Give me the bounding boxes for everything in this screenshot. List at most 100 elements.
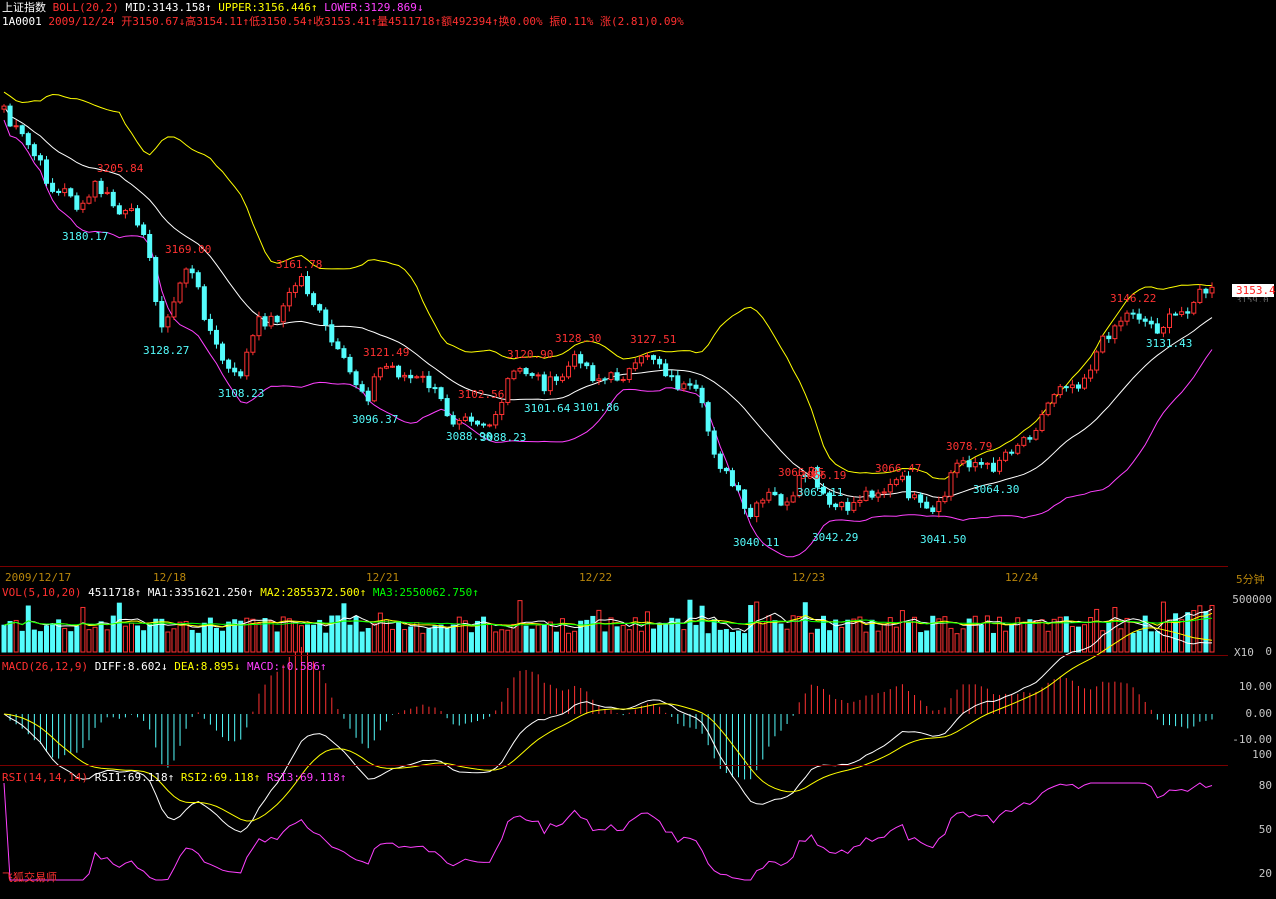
- candle-body: [396, 365, 402, 378]
- volume-bar: [687, 599, 693, 653]
- candle-body: [608, 372, 614, 381]
- candle-body: [68, 188, 74, 197]
- candle-body: [638, 355, 644, 364]
- candle-body: [657, 358, 663, 365]
- candle-body: [699, 387, 705, 404]
- candle-body: [232, 367, 238, 373]
- volume-bar: [899, 610, 905, 653]
- candle-body: [238, 371, 244, 377]
- candle-body: [887, 483, 893, 493]
- volume-bar: [408, 626, 414, 653]
- low-price-label: 3108.23: [218, 387, 264, 400]
- candle-body: [523, 368, 529, 375]
- candle-body: [323, 309, 329, 326]
- boll-upper-line: [3, 91, 1213, 480]
- candle-body: [736, 485, 742, 491]
- volume-bar: [596, 609, 602, 653]
- candle-body: [936, 501, 942, 512]
- volume-bar: [839, 626, 845, 653]
- candle-body: [984, 462, 990, 465]
- candle-body: [559, 376, 565, 381]
- volume-bar: [371, 623, 377, 653]
- volume-bar: [365, 628, 371, 653]
- candle-body: [748, 507, 754, 518]
- volume-bar: [948, 627, 954, 653]
- header-segment: MA1:3351621.250↑: [141, 586, 254, 599]
- candle-body: [1003, 451, 1009, 461]
- brand-label: 飞狐交易师: [2, 871, 57, 884]
- volume-bar: [305, 624, 311, 653]
- candle-body: [450, 415, 456, 425]
- volume-bar: [1160, 601, 1166, 653]
- candle-body: [383, 365, 389, 369]
- header-segment: 4511718↑: [88, 586, 142, 599]
- candle-body: [171, 301, 177, 318]
- volume-bar: [663, 622, 669, 653]
- vol-axis-top: 500000: [1232, 593, 1272, 606]
- candle-body: [1009, 451, 1015, 454]
- candle-body: [1063, 386, 1069, 389]
- volume-bar: [86, 629, 92, 653]
- volume-bar: [1009, 623, 1015, 653]
- rsi-axis-label: 20: [1258, 867, 1272, 880]
- candle-body: [833, 503, 839, 508]
- macd-header: MACD(26,12,9) DIFF:8.602↓ DEA:8.895↓ MAC…: [2, 660, 327, 673]
- volume-bar: [220, 630, 226, 653]
- high-price-label: 3169.00: [165, 243, 211, 256]
- candle-body: [693, 384, 699, 389]
- date-label: 12/18: [153, 571, 187, 584]
- volume-bar: [693, 624, 699, 653]
- volume-bar: [420, 632, 426, 653]
- candle-body: [98, 180, 104, 195]
- volume-bar: [135, 625, 141, 653]
- candle-body: [547, 376, 553, 392]
- low-price-label: 3131.43: [1146, 337, 1192, 350]
- candle-body: [760, 499, 766, 504]
- volume-bar: [390, 628, 396, 653]
- volume-bar: [553, 631, 559, 653]
- volume-bar: [784, 628, 790, 653]
- candle-body: [566, 365, 572, 378]
- volume-bar: [426, 628, 432, 653]
- volume-bar: [456, 616, 462, 653]
- volume-bar: [13, 619, 19, 653]
- volume-bar: [19, 630, 25, 653]
- candle-body: [1191, 301, 1197, 314]
- volume-bar: [845, 619, 851, 653]
- candle-body: [62, 188, 68, 194]
- volume-bar: [98, 621, 104, 653]
- candle-body: [280, 305, 286, 323]
- low-price-label: 3088.23: [480, 431, 526, 444]
- candle-body: [881, 491, 887, 494]
- volume-bar: [402, 629, 408, 653]
- candle-body: [353, 371, 359, 386]
- candle-body: [663, 363, 669, 377]
- volume-bar: [547, 621, 553, 653]
- candle-body: [244, 351, 250, 377]
- high-price-label: 3102.56: [458, 388, 504, 401]
- candle-body: [632, 362, 638, 370]
- volume-bar: [529, 628, 535, 653]
- candle-body: [1051, 394, 1057, 404]
- candle-body: [50, 182, 56, 192]
- volume-bar: [566, 632, 572, 653]
- price-panel-bottom-border: [0, 566, 1228, 567]
- volume-bar: [353, 616, 359, 653]
- candle-body: [1160, 326, 1166, 334]
- high-price-label: 3121.49: [363, 346, 409, 359]
- candle-body: [499, 401, 505, 415]
- volume-bar: [778, 623, 784, 653]
- volume-bar: [183, 620, 189, 653]
- volume-bar: [122, 625, 128, 653]
- date-label: 12/22: [579, 571, 613, 584]
- high-price-label: 3066.47: [875, 462, 921, 475]
- volume-bar: [748, 605, 754, 653]
- candle-body: [918, 494, 924, 503]
- candle-body: [1045, 402, 1051, 416]
- timeframe-label[interactable]: 5分钟: [1236, 571, 1265, 587]
- volume-bar: [1154, 631, 1160, 653]
- volume-bar: [760, 621, 766, 653]
- candle-body: [286, 291, 292, 307]
- candle-body: [159, 300, 165, 328]
- volume-bar: [808, 632, 814, 653]
